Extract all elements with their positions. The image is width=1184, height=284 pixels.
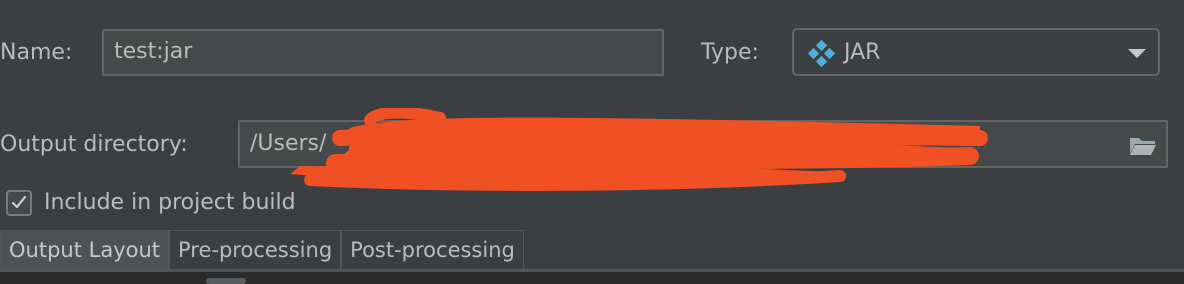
folder-browse-icon[interactable] [1128, 134, 1158, 158]
output-directory-input[interactable]: /Users/ [238, 120, 1168, 168]
scrollbar-thumb[interactable] [206, 278, 246, 284]
type-dropdown[interactable]: JAR [792, 28, 1160, 76]
type-label: Type: [701, 40, 759, 65]
tab-output-layout[interactable]: Output Layout [0, 230, 170, 270]
jar-artifact-icon [808, 40, 836, 68]
output-directory-value: /Users/ [250, 131, 327, 156]
artifact-tabs: Output Layout Pre-processing Post-proces… [0, 230, 524, 270]
include-in-build-label: Include in project build [44, 190, 296, 215]
artifact-settings-panel: Name: test:jar Type: JAR Output director… [0, 0, 1184, 284]
output-directory-label: Output directory: [0, 132, 188, 157]
include-in-build-checkbox[interactable] [6, 190, 32, 216]
output-layout-content [0, 272, 1184, 284]
chevron-down-icon [1128, 49, 1146, 58]
name-input[interactable]: test:jar [102, 29, 664, 76]
tab-pre-processing[interactable]: Pre-processing [169, 230, 342, 270]
name-label: Name: [0, 40, 73, 65]
name-input-value: test:jar [114, 39, 193, 64]
tab-post-processing[interactable]: Post-processing [341, 230, 524, 270]
type-dropdown-value: JAR [844, 40, 881, 65]
checkmark-icon [11, 195, 27, 209]
